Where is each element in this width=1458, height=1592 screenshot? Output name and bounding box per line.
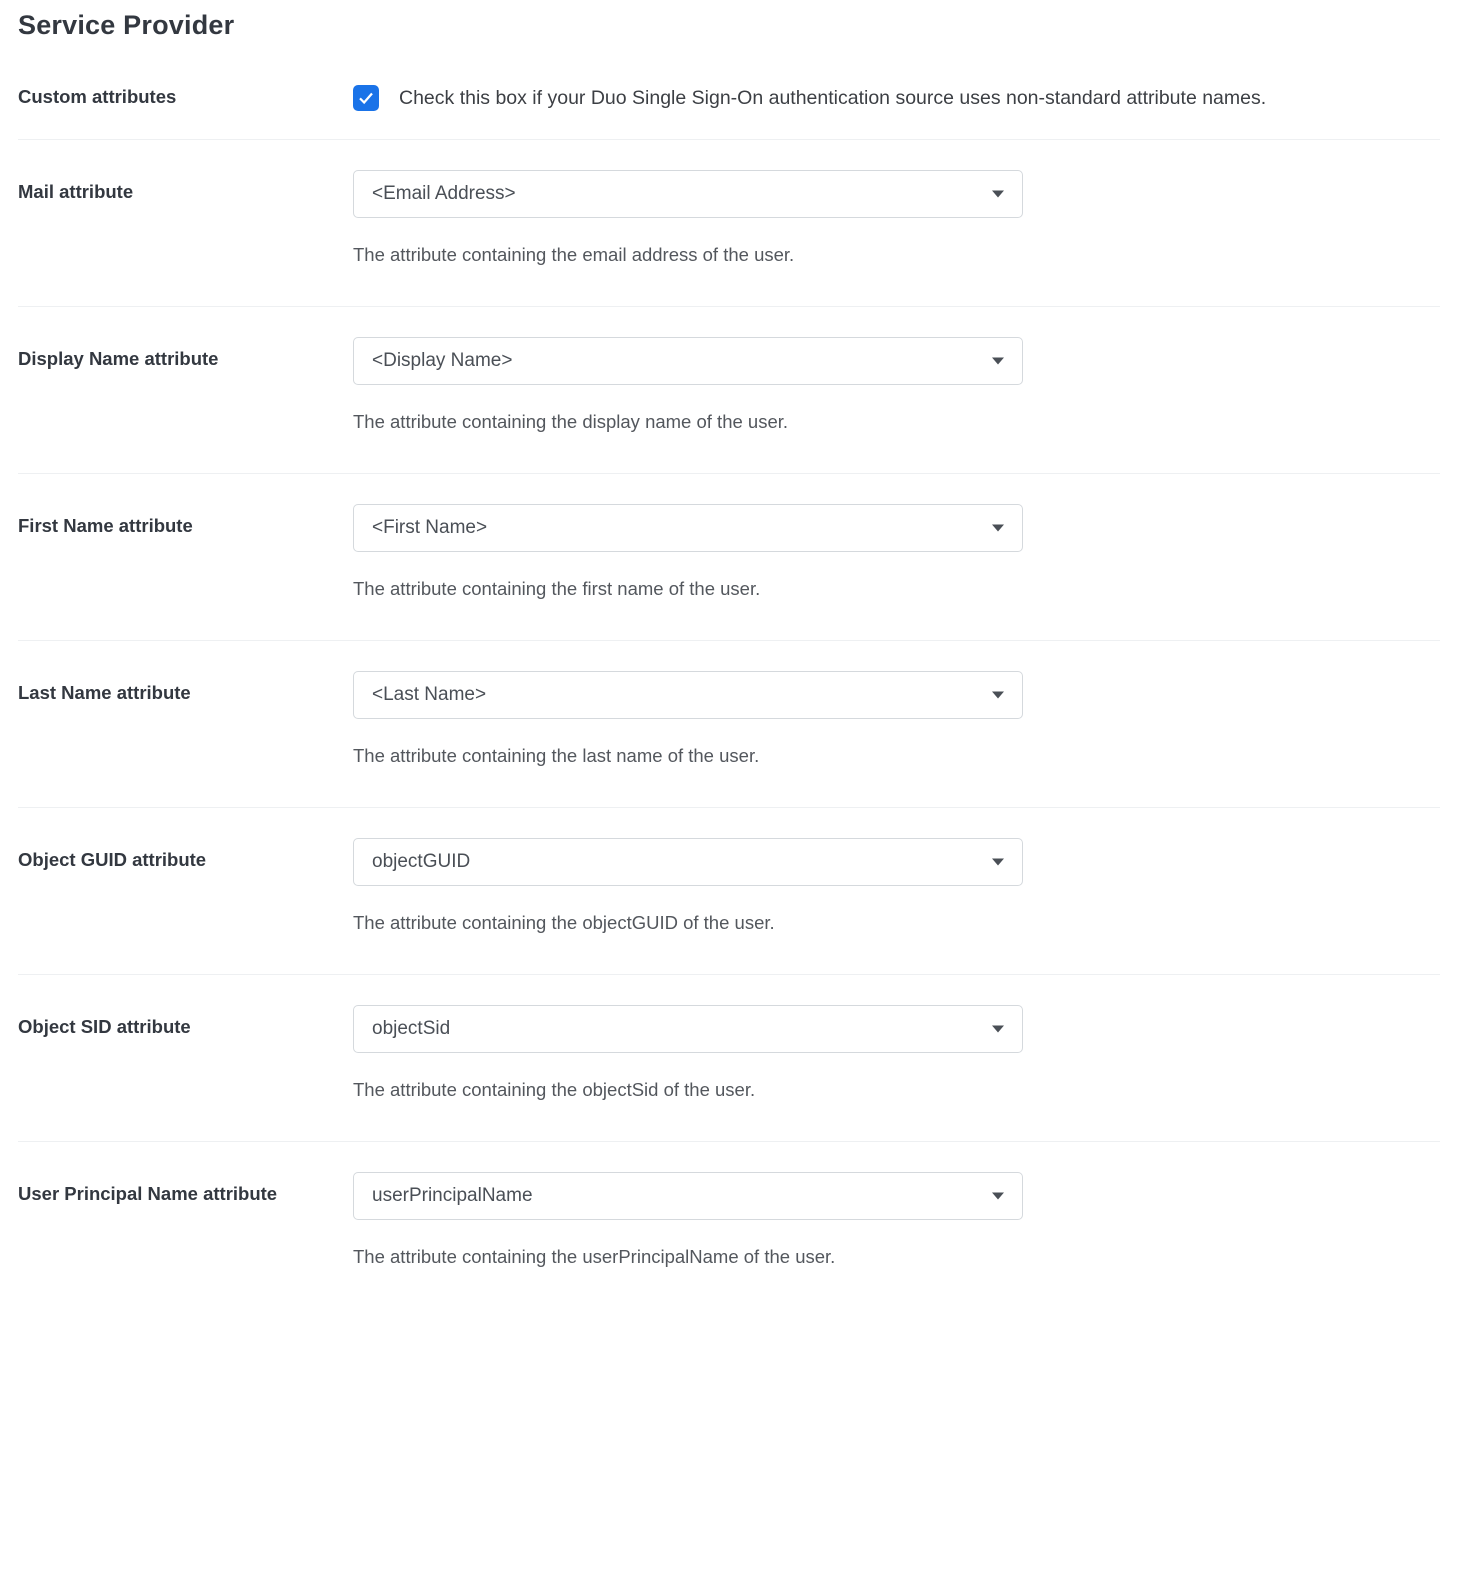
label-mail-attribute: Mail attribute — [18, 170, 353, 204]
label-first-name-attribute: First Name attribute — [18, 504, 353, 538]
caret-down-icon — [992, 1192, 1004, 1199]
display-name-attribute-value: <Display Name> — [372, 350, 512, 372]
display-name-attribute-select[interactable]: <Display Name> — [353, 337, 1023, 385]
caret-down-icon — [992, 1025, 1004, 1032]
row-upn-attribute: User Principal Name attribute userPrinci… — [18, 1142, 1440, 1308]
mail-attribute-help: The attribute containing the email addre… — [353, 242, 1440, 268]
first-name-attribute-help: The attribute containing the first name … — [353, 576, 1440, 602]
label-object-guid-attribute: Object GUID attribute — [18, 838, 353, 872]
first-name-attribute-value: <First Name> — [372, 517, 487, 539]
custom-attributes-description: Check this box if your Duo Single Sign-O… — [399, 85, 1266, 111]
custom-attributes-checkbox[interactable] — [353, 85, 379, 111]
caret-down-icon — [992, 858, 1004, 865]
mail-attribute-select[interactable]: <Email Address> — [353, 170, 1023, 218]
row-custom-attributes: Custom attributes Check this box if your… — [18, 71, 1440, 140]
row-first-name-attribute: First Name attribute <First Name> The at… — [18, 474, 1440, 641]
upn-attribute-help: The attribute containing the userPrincip… — [353, 1244, 1440, 1270]
first-name-attribute-select[interactable]: <First Name> — [353, 504, 1023, 552]
object-guid-attribute-help: The attribute containing the objectGUID … — [353, 910, 1440, 936]
object-sid-attribute-select[interactable]: objectSid — [353, 1005, 1023, 1053]
label-last-name-attribute: Last Name attribute — [18, 671, 353, 705]
row-object-guid-attribute: Object GUID attribute objectGUID The att… — [18, 808, 1440, 975]
row-object-sid-attribute: Object SID attribute objectSid The attri… — [18, 975, 1440, 1142]
caret-down-icon — [992, 691, 1004, 698]
upn-attribute-select[interactable]: userPrincipalName — [353, 1172, 1023, 1220]
caret-down-icon — [992, 191, 1004, 198]
section-title: Service Provider — [18, 10, 1440, 41]
check-icon — [357, 89, 375, 107]
mail-attribute-value: <Email Address> — [372, 183, 516, 205]
object-sid-attribute-help: The attribute containing the objectSid o… — [353, 1077, 1440, 1103]
row-display-name-attribute: Display Name attribute <Display Name> Th… — [18, 307, 1440, 474]
label-custom-attributes: Custom attributes — [18, 85, 353, 109]
last-name-attribute-help: The attribute containing the last name o… — [353, 743, 1440, 769]
row-last-name-attribute: Last Name attribute <Last Name> The attr… — [18, 641, 1440, 808]
label-upn-attribute: User Principal Name attribute — [18, 1172, 353, 1206]
caret-down-icon — [992, 525, 1004, 532]
last-name-attribute-value: <Last Name> — [372, 684, 486, 706]
object-guid-attribute-select[interactable]: objectGUID — [353, 838, 1023, 886]
upn-attribute-value: userPrincipalName — [372, 1185, 533, 1207]
caret-down-icon — [992, 358, 1004, 365]
row-mail-attribute: Mail attribute <Email Address> The attri… — [18, 140, 1440, 307]
label-object-sid-attribute: Object SID attribute — [18, 1005, 353, 1039]
object-guid-attribute-value: objectGUID — [372, 851, 470, 873]
display-name-attribute-help: The attribute containing the display nam… — [353, 409, 1440, 435]
label-display-name-attribute: Display Name attribute — [18, 337, 353, 371]
last-name-attribute-select[interactable]: <Last Name> — [353, 671, 1023, 719]
object-sid-attribute-value: objectSid — [372, 1018, 450, 1040]
